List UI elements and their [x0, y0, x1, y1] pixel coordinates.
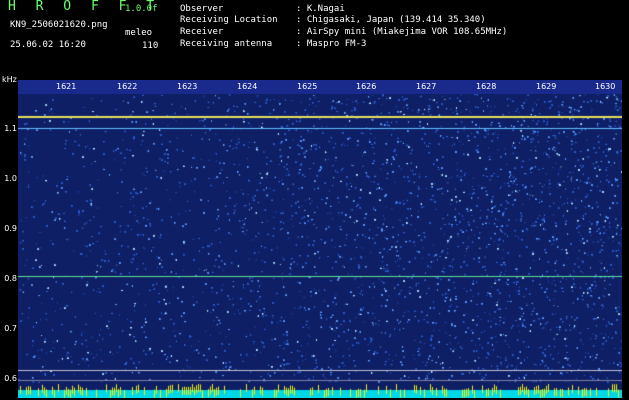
datetime-label: 25.06.02 16:20	[10, 40, 86, 50]
x-tick-1630: 1630	[595, 82, 616, 91]
y-axis-unit: kHz	[2, 75, 17, 84]
x-tick-1628: 1628	[476, 82, 497, 91]
y-tick-0.8: 0.8	[4, 274, 17, 283]
receiver-key: Receiver	[180, 27, 224, 37]
x-tick-1621: 1621	[56, 82, 77, 91]
y-tick-1.0: 1.0	[4, 174, 17, 183]
x-tick-1626: 1626	[356, 82, 377, 91]
x-tick-1623: 1623	[177, 82, 198, 91]
time-axis-strip	[18, 80, 622, 94]
hrofft-screen: H R O F F T 1.0.0f KN9_2506021620.png 25…	[0, 0, 629, 400]
meleo-value: 110	[142, 41, 159, 51]
observer-value: : K.Nagai	[296, 4, 345, 14]
x-tick-1624: 1624	[237, 82, 258, 91]
receiver-value: : AirSpy mini (Miakejima VOR 108.65MHz)	[296, 27, 508, 37]
y-tick-0.6: 0.6	[4, 374, 17, 383]
filename-label: KN9_2506021620.png	[10, 20, 108, 30]
y-tick-1.1: 1.1	[4, 124, 17, 133]
version-label: 1.0.0f	[125, 4, 158, 14]
antenna-key: Receiving antenna	[180, 39, 273, 49]
x-tick-1622: 1622	[117, 82, 138, 91]
location-key: Receiving Location	[180, 15, 278, 25]
x-tick-1629: 1629	[536, 82, 557, 91]
y-tick-0.9: 0.9	[4, 224, 17, 233]
meleo-label: meleo	[125, 28, 153, 38]
y-tick-0.7: 0.7	[4, 324, 17, 333]
location-value: : Chigasaki, Japan (139.414 35.340)	[296, 15, 486, 25]
observer-key: Observer	[180, 4, 224, 14]
x-tick-1627: 1627	[416, 82, 437, 91]
x-tick-1625: 1625	[297, 82, 318, 91]
antenna-value: : Maspro FM-3	[296, 39, 367, 49]
waterfall-spectrogram	[18, 80, 622, 398]
